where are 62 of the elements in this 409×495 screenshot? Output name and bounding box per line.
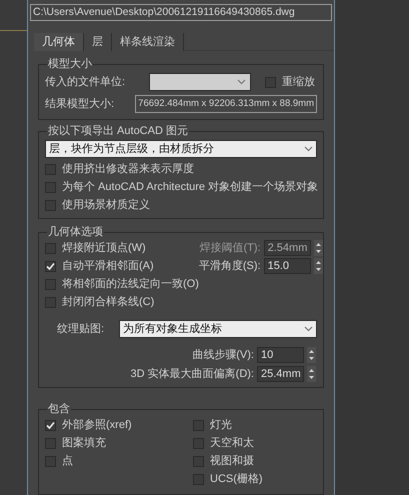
number-field[interactable]: 25.4mm xyxy=(257,366,304,382)
parameter-label: 曲线步骤(V): xyxy=(192,348,254,363)
file-path-field[interactable]: C:\Users\Avenue\Desktop\20061219116649430865.dwg xyxy=(30,4,332,21)
field-label: 结果模型大小: xyxy=(45,96,116,112)
field-label: 纹理贴图: xyxy=(56,322,106,337)
checkbox-label: 天空和太 xyxy=(210,436,254,451)
chevron-down-icon xyxy=(237,79,246,85)
spinner-arrows-icon[interactable] xyxy=(314,258,323,274)
texture-dropdown[interactable]: 为所有对象生成坐标 xyxy=(119,320,317,338)
spinner-arrows-icon[interactable] xyxy=(314,240,323,256)
parameter-label: 焊接阈值(T): xyxy=(200,240,261,256)
group-title: 几何体选项 xyxy=(47,225,104,239)
dropdown-value: 层，块作为节点层级，由材质拆分 xyxy=(49,142,214,157)
dropdown-value: 为所有对象生成坐标 xyxy=(123,322,222,337)
field-label: 传入的文件单位: xyxy=(45,74,126,90)
checkbox[interactable] xyxy=(45,278,56,290)
number-field[interactable]: 15.0 xyxy=(264,258,311,274)
checkbox[interactable] xyxy=(193,456,204,466)
number-field[interactable]: 10 xyxy=(257,347,304,363)
checkbox-label: 使用场景材质定义 xyxy=(62,198,150,213)
tab[interactable]: 几何体 xyxy=(34,33,84,51)
checkbox[interactable] xyxy=(193,474,204,484)
checkmark-icon xyxy=(46,420,55,430)
checkbox[interactable] xyxy=(45,438,56,448)
checkbox-label: 焊接附近顶点(W) xyxy=(62,240,146,256)
checkbox-label: 灯光 xyxy=(210,418,232,433)
checkmark-icon xyxy=(46,262,55,270)
checkbox[interactable] xyxy=(45,242,56,254)
checkbox-label: 点 xyxy=(62,454,73,469)
result-size-field: 76692.484mm x 92206.313mm x 88.9mm xyxy=(135,95,317,113)
checkbox[interactable] xyxy=(45,456,56,466)
checkbox[interactable] xyxy=(193,420,204,430)
checkbox[interactable] xyxy=(45,182,56,192)
group-title: 按以下项导出 AutoCAD 图元 xyxy=(47,124,189,138)
checkbox[interactable] xyxy=(265,76,276,88)
checkbox-label: 将相邻面的法线定向一致(O) xyxy=(62,276,199,292)
chevron-down-icon xyxy=(304,146,313,152)
group-title: 模型大小 xyxy=(47,57,93,71)
checkbox-label: 为每个 AutoCAD Architecture 对象创建一个场景对象 xyxy=(62,180,318,195)
checkbox[interactable] xyxy=(45,200,56,210)
parameter-label: 3D 实体最大曲面偏离(D): xyxy=(130,366,254,382)
export-dropdown[interactable]: 层，块作为节点层级，由材质拆分 xyxy=(45,140,317,158)
tab[interactable]: 层 xyxy=(84,33,112,51)
checkbox[interactable] xyxy=(45,296,56,308)
checkbox-label: 自动平滑相邻面(A) xyxy=(62,258,154,274)
checkbox[interactable] xyxy=(45,164,56,174)
checkbox-label: UCS(栅格) xyxy=(210,472,263,487)
checkbox-label: 重缩放 xyxy=(282,74,315,90)
checkbox-label: 图案填充 xyxy=(62,436,106,451)
parameter-label: 平滑角度(S): xyxy=(198,258,261,274)
spinner-arrows-icon[interactable] xyxy=(307,366,316,382)
chevron-down-icon xyxy=(304,326,313,332)
group-title: 包含 xyxy=(47,402,71,416)
checkbox[interactable] xyxy=(45,420,56,430)
checkbox-label: 使用挤出修改器来表示厚度 xyxy=(62,162,194,177)
checkbox-label: 外部参照(xref) xyxy=(62,418,132,433)
spinner-arrows-icon[interactable] xyxy=(307,347,316,363)
checkbox[interactable] xyxy=(193,438,204,448)
checkbox-label: 视图和摄 xyxy=(210,454,254,469)
tab[interactable]: 样条线渲染 xyxy=(112,33,184,51)
checkbox-label: 封闭闭合样条线(C) xyxy=(62,294,154,310)
checkbox[interactable] xyxy=(45,260,56,272)
